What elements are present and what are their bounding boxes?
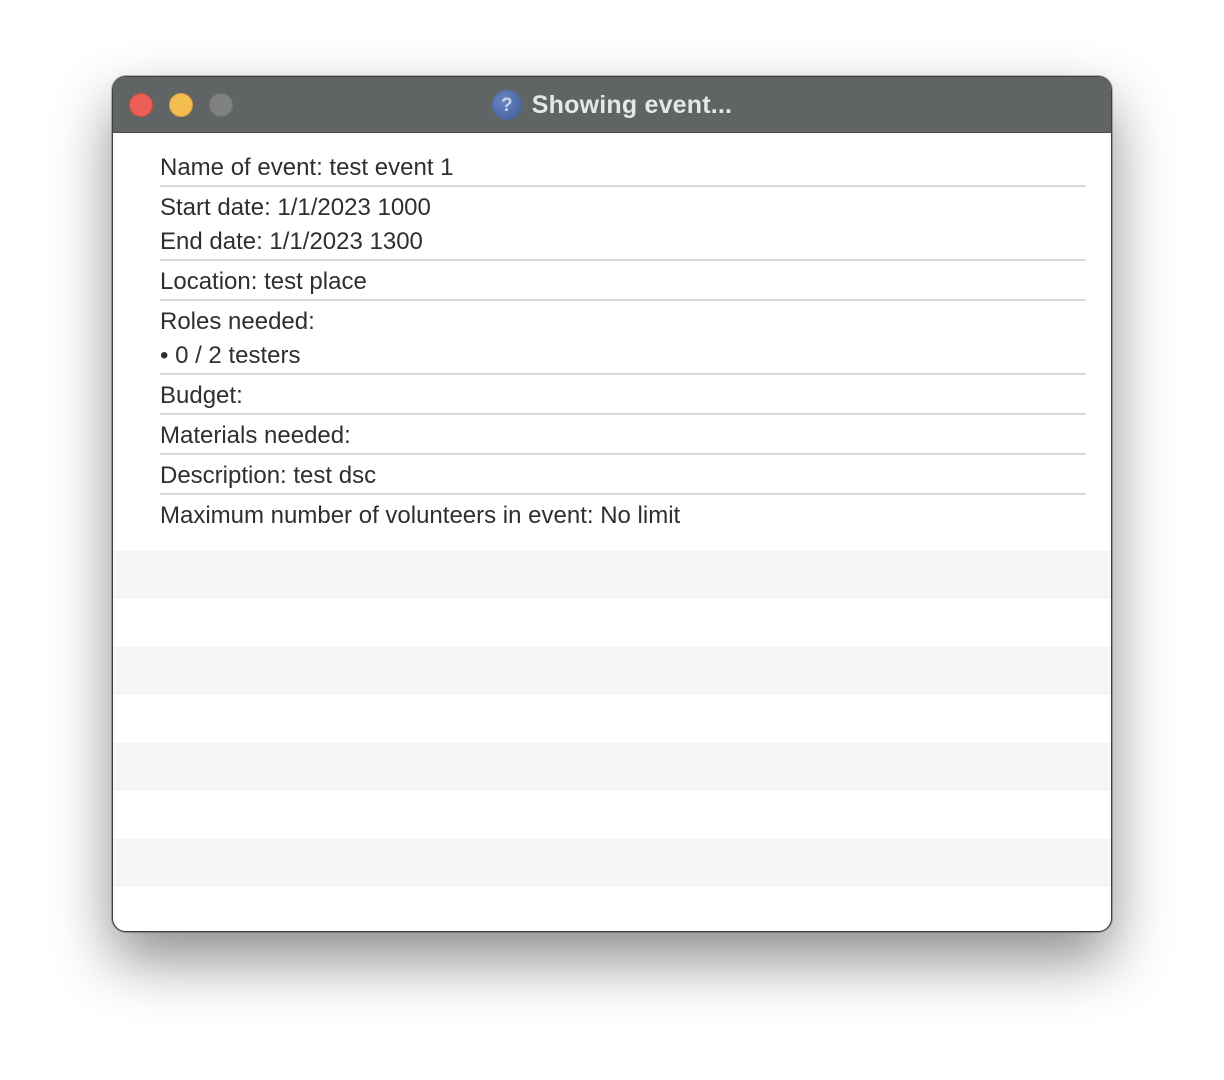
event-window: ? Showing event... Name of event: test e…	[112, 76, 1112, 932]
end-date-text: End date: 1/1/2023 1300	[160, 228, 423, 255]
empty-row	[113, 695, 1111, 743]
budget-row: Budget:	[160, 375, 1086, 415]
roles-row: Roles needed: • 0 / 2 testers	[160, 301, 1086, 375]
materials-text: Materials needed:	[160, 422, 351, 449]
empty-row	[113, 551, 1111, 599]
empty-row	[113, 647, 1111, 695]
description-text: Description: test dsc	[160, 462, 377, 489]
budget-text: Budget:	[160, 382, 243, 409]
start-date-text: Start date: 1/1/2023 1000	[160, 194, 431, 221]
empty-row	[113, 743, 1111, 791]
empty-row	[113, 839, 1111, 887]
event-dates-row: Start date: 1/1/2023 1000 End date: 1/1/…	[160, 187, 1086, 261]
location-row: Location: test place	[160, 261, 1086, 301]
window-title: Showing event...	[531, 90, 733, 119]
title-group: ? Showing event...	[113, 77, 1111, 133]
materials-row: Materials needed:	[160, 415, 1086, 455]
location-text: Location: test place	[160, 268, 367, 295]
max-volunteers-row: Maximum number of volunteers in event: N…	[160, 495, 1086, 535]
event-name-row: Name of event: test event 1	[160, 133, 1086, 187]
event-details-list: Name of event: test event 1 Start date: …	[160, 133, 1086, 535]
title-bar[interactable]: ? Showing event...	[113, 77, 1111, 133]
max-volunteers-text: Maximum number of volunteers in event: N…	[160, 502, 681, 529]
description-row: Description: test dsc	[160, 455, 1086, 495]
empty-row	[113, 599, 1111, 647]
event-details-panel: Name of event: test event 1 Start date: …	[113, 133, 1111, 931]
role-list-item: • 0 / 2 testers	[160, 342, 301, 369]
event-name-text: Name of event: test event 1	[160, 154, 454, 181]
question-mark-icon: ?	[491, 90, 522, 120]
empty-row	[113, 791, 1111, 839]
empty-list-area	[113, 551, 1111, 931]
empty-row	[113, 887, 1111, 931]
roles-header-text: Roles needed:	[160, 308, 315, 335]
